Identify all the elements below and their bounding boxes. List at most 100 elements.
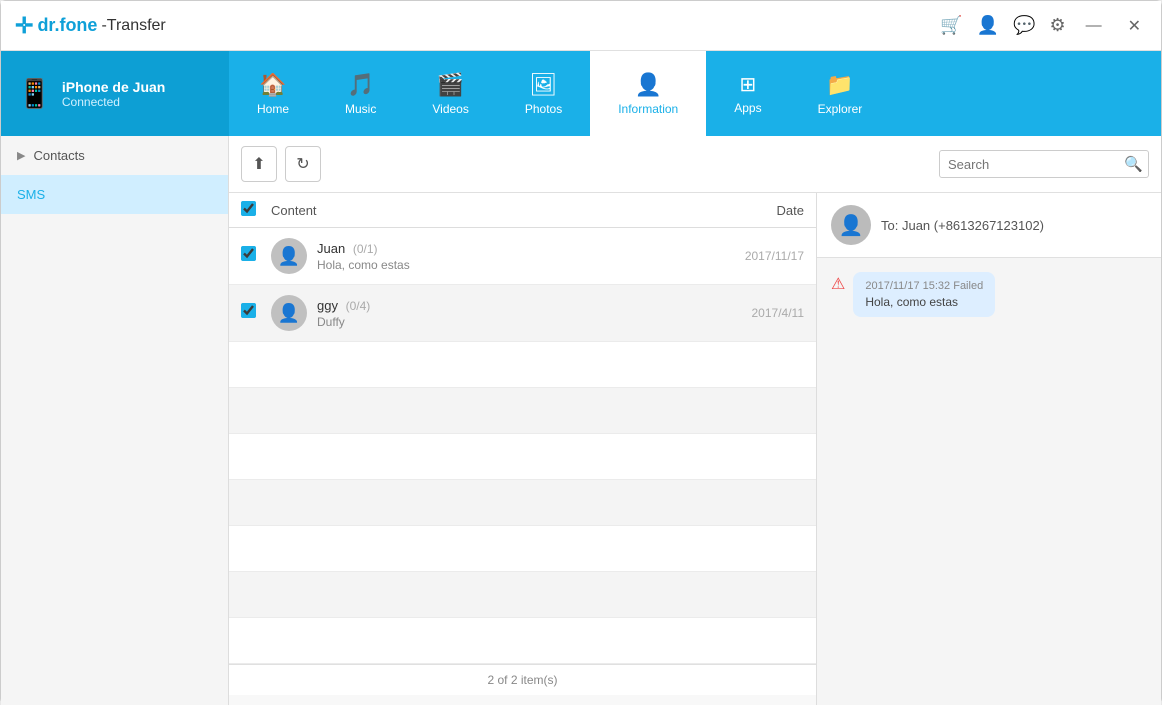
empty-row	[229, 618, 816, 664]
row-1-checkbox-wrap	[241, 246, 261, 266]
app-logo: ✛ dr.fone -Transfer	[15, 13, 166, 39]
detail-to: To: Juan (+8613267123102)	[881, 218, 1044, 233]
tab-information-label: Information	[618, 102, 678, 116]
toolbar: ⬆ ↻ 🔍	[229, 136, 1161, 193]
titlebar-left: ✛ dr.fone -Transfer	[15, 13, 166, 39]
list-header: Content Date	[229, 193, 816, 228]
empty-row	[229, 434, 816, 480]
error-icon: ⚠	[831, 274, 845, 294]
search-icon: 🔍	[1124, 155, 1143, 173]
row-1-checkbox[interactable]	[241, 246, 256, 261]
minimize-button[interactable]: —	[1080, 15, 1108, 37]
contacts-arrow-icon: ▶	[17, 149, 25, 162]
message-bubble: ⚠ 2017/11/17 15:32 Failed Hola, como est…	[831, 272, 1147, 317]
chat-icon[interactable]: 💬	[1013, 15, 1035, 36]
sidebar-item-sms[interactable]: SMS	[1, 175, 228, 214]
row-1-preview: Hola, como estas	[317, 258, 714, 272]
header-checkbox	[241, 201, 261, 219]
row-2-avatar: 👤	[271, 295, 307, 331]
main: ▶ Contacts SMS ⬆ ↻ 🔍	[1, 136, 1161, 705]
row-1-count: (0/1)	[353, 242, 378, 256]
content-panel: ⬆ ↻ 🔍 Content Date	[229, 136, 1161, 705]
user-icon[interactable]: 👤	[977, 15, 999, 36]
detail-avatar: 👤	[831, 205, 871, 245]
sms-area: Content Date 👤 Juan (0/1) Hola, como es	[229, 193, 1161, 705]
device-info: iPhone de Juan Connected	[62, 79, 165, 109]
titlebar-controls: 🛒 👤 💬 ⚙ — ✕	[940, 14, 1147, 38]
row-1-name: Juan (0/1)	[317, 241, 714, 256]
to-number: Juan (+8613267123102)	[902, 218, 1044, 233]
detail-panel: 👤 To: Juan (+8613267123102) ⚠ 2017/11/17…	[816, 193, 1161, 705]
sidebar-sms-label: SMS	[17, 187, 45, 202]
detail-header: 👤 To: Juan (+8613267123102)	[817, 193, 1161, 258]
nav-tabs: 🏠 Home 🎵 Music 🎬 Videos 🖼 Photos 👤 Infor…	[229, 51, 1161, 136]
row-2-name: ggy (0/4)	[317, 298, 714, 313]
tab-home-label: Home	[257, 102, 289, 116]
header-date-label: Date	[704, 203, 804, 218]
logo-plus: ✛	[15, 13, 33, 39]
row-2-preview: Duffy	[317, 315, 714, 329]
row-1-info: Juan (0/1) Hola, como estas	[317, 241, 714, 272]
app-suffix: -Transfer	[101, 17, 165, 35]
export-button[interactable]: ⬆	[241, 146, 277, 182]
settings-icon[interactable]: ⚙	[1049, 15, 1065, 36]
header-content-label: Content	[271, 203, 694, 218]
select-all-checkbox[interactable]	[241, 201, 256, 216]
bubble-text: Hola, como estas	[865, 295, 983, 309]
empty-row	[229, 342, 816, 388]
sms-row[interactable]: 👤 ggy (0/4) Duffy 2017/4/11	[229, 285, 816, 342]
cart-icon[interactable]: 🛒	[940, 15, 962, 36]
search-box: 🔍	[939, 150, 1149, 178]
refresh-button[interactable]: ↻	[285, 146, 321, 182]
sms-row[interactable]: 👤 Juan (0/1) Hola, como estas 2017/11/17	[229, 228, 816, 285]
export-icon: ⬆	[252, 154, 265, 174]
device-name: iPhone de Juan	[62, 79, 165, 95]
detail-messages: ⚠ 2017/11/17 15:32 Failed Hola, como est…	[817, 258, 1161, 705]
bubble-content: 2017/11/17 15:32 Failed Hola, como estas	[853, 272, 995, 317]
tab-apps-label: Apps	[734, 101, 761, 115]
row-1-date: 2017/11/17	[724, 249, 804, 263]
device-status: Connected	[62, 95, 165, 109]
tab-photos[interactable]: 🖼 Photos	[497, 51, 590, 136]
empty-row	[229, 526, 816, 572]
photos-icon: 🖼	[530, 72, 558, 98]
empty-row	[229, 388, 816, 434]
videos-icon: 🎬	[437, 72, 464, 98]
row-2-checkbox-wrap	[241, 303, 261, 323]
row-2-date: 2017/4/11	[724, 306, 804, 320]
row-2-info: ggy (0/4) Duffy	[317, 298, 714, 329]
row-2-checkbox[interactable]	[241, 303, 256, 318]
titlebar: ✛ dr.fone -Transfer 🛒 👤 💬 ⚙ — ✕	[1, 1, 1161, 51]
explorer-icon: 📁	[826, 72, 853, 98]
sidebar-item-contacts[interactable]: ▶ Contacts	[1, 136, 228, 175]
apps-icon: ⊞	[740, 72, 757, 97]
music-icon: 🎵	[347, 72, 374, 98]
tab-music-label: Music	[345, 102, 376, 116]
tab-apps[interactable]: ⊞ Apps	[706, 51, 789, 136]
search-input[interactable]	[948, 157, 1118, 172]
home-icon: 🏠	[259, 72, 286, 98]
to-label: To:	[881, 218, 898, 233]
sms-footer: 2 of 2 item(s)	[229, 664, 816, 695]
sms-list: Content Date 👤 Juan (0/1) Hola, como es	[229, 193, 816, 705]
tab-photos-label: Photos	[525, 102, 562, 116]
tab-videos-label: Videos	[432, 102, 468, 116]
device-icon: 📱	[17, 77, 52, 110]
tab-videos[interactable]: 🎬 Videos	[404, 51, 496, 136]
item-count: 2 of 2 item(s)	[487, 673, 557, 687]
row-1-avatar: 👤	[271, 238, 307, 274]
tab-music[interactable]: 🎵 Music	[317, 51, 404, 136]
tab-explorer[interactable]: 📁 Explorer	[790, 51, 891, 136]
close-button[interactable]: ✕	[1122, 14, 1147, 38]
navbar: 📱 iPhone de Juan Connected 🏠 Home 🎵 Musi…	[1, 51, 1161, 136]
sidebar: ▶ Contacts SMS	[1, 136, 229, 705]
device-panel: 📱 iPhone de Juan Connected	[1, 51, 229, 136]
sidebar-contacts-label: Contacts	[33, 148, 84, 163]
tab-information[interactable]: 👤 Information	[590, 51, 706, 136]
information-icon: 👤	[635, 72, 662, 98]
tab-home[interactable]: 🏠 Home	[229, 51, 317, 136]
bubble-meta: 2017/11/17 15:32 Failed	[865, 280, 983, 292]
refresh-icon: ↻	[296, 154, 309, 174]
app-name: dr.fone	[37, 15, 97, 36]
empty-row	[229, 480, 816, 526]
